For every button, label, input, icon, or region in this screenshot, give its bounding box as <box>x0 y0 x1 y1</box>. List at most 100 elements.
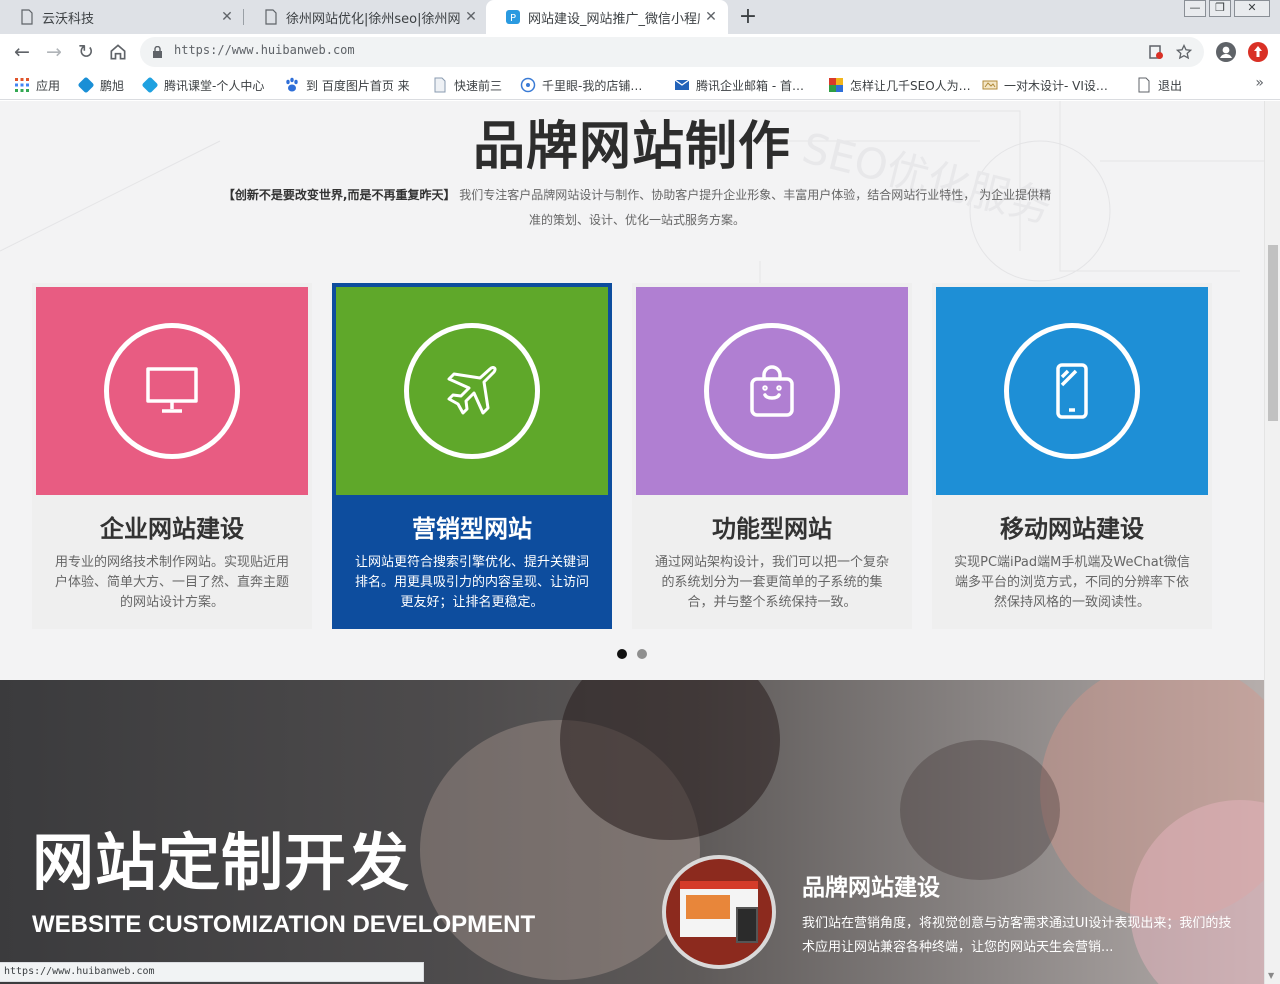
icon-ring <box>1004 323 1140 459</box>
bookmark-tencent-mail[interactable]: 腾讯企业邮箱 - 首… <box>674 75 804 95</box>
card-banner <box>936 287 1208 495</box>
bookmark-label: 退出 <box>1158 78 1183 93</box>
compass-icon <box>520 77 536 93</box>
card-title: 企业网站建设 <box>100 515 244 543</box>
card-text: 用专业的网络技术制作网站。实现贴近用户体验、简单大方、一目了然、直奔主题的网站设… <box>54 555 289 610</box>
banner-title: 网站定制开发 <box>32 826 411 899</box>
bookmark-pengxu[interactable]: 鹏旭 <box>77 75 125 95</box>
airplane-icon <box>447 366 497 415</box>
reload-icon[interactable]: ↻ <box>74 40 98 64</box>
bookmark-label: 鹏旭 <box>100 78 125 93</box>
banner-subtitle: WEBSITE CUSTOMIZATION DEVELOPMENT <box>32 911 536 938</box>
feature-title[interactable]: 品牌网站建设 <box>802 868 940 902</box>
extension-icon[interactable] <box>1248 42 1268 62</box>
svg-text:P: P <box>510 13 516 24</box>
bookmark-kuaisu[interactable]: 快速前三 <box>432 75 502 95</box>
carousel-dot-2[interactable] <box>637 649 647 659</box>
back-icon[interactable]: ← <box>10 40 34 64</box>
site-favicon-icon: P <box>506 10 520 24</box>
mobile-phone-icon <box>1056 363 1088 419</box>
tab-title: 云沃科技 <box>42 11 95 27</box>
bookmark-yiduimu[interactable]: 一对木设计- VI设… <box>982 75 1108 95</box>
tab-huibanweb[interactable]: P 网站建设_网站推广_微信小程序_ ✕ <box>486 0 728 34</box>
monitor-icon <box>146 367 198 413</box>
card-text: 实现PC端iPad端M手机端及WeChat微信端多平台的浏览方式，不同的分辨率下… <box>954 555 1190 610</box>
card-banner <box>336 287 608 495</box>
section-slogan: 【创新不是要改变世界,而是不再重复昨天】 <box>222 188 456 202</box>
profile-icon[interactable] <box>1216 42 1236 62</box>
lock-icon <box>153 46 162 58</box>
feature-text: 我们站在营销角度，将视觉创意与访客需求通过UI设计表现出来；我们的技术应用让网站… <box>802 916 1232 955</box>
design-site-icon <box>982 80 998 90</box>
bookmark-baidu-images[interactable]: 到 百度图片首页 来 <box>284 75 410 95</box>
card-text: 让网站更符合搜索引擎优化、提升关键词排名。用更具吸引力的内容呈现、让访问更友好；… <box>354 555 589 610</box>
bookmark-label: 腾讯企业邮箱 - 首… <box>696 78 804 93</box>
page-viewport: SEO优化服务 品牌网站制作 【创新不是要改变世界,而是不再重复昨天】 我们专注… <box>0 101 1264 984</box>
bookmarks-bar: 应用 鹏旭 腾讯课堂-个人中心 到 百度图片首页 来 快速前三 千里眼-我的店铺… <box>0 70 1280 100</box>
star-icon[interactable] <box>1176 44 1192 60</box>
preview-header <box>680 881 758 889</box>
mail-icon <box>674 79 690 90</box>
close-icon[interactable]: ✕ <box>216 9 238 25</box>
service-card-marketing[interactable]: 营销型网站 让网站更符合搜索引擎优化、提升关键词排名。用更具吸引力的内容呈现、让… <box>332 283 612 629</box>
tab-title: 徐州网站优化|徐州seo|徐州网站 <box>286 11 460 27</box>
service-card-mobile[interactable]: 移动网站建设 实现PC端iPad端M手机端及WeChat微信端多平台的浏览方式，… <box>932 283 1212 629</box>
website-preview-thumbnail[interactable] <box>662 855 776 969</box>
card-title: 功能型网站 <box>712 515 832 543</box>
service-card-enterprise[interactable]: 企业网站建设 用专业的网络技术制作网站。实现贴近用户体验、简单大方、一目了然、直… <box>32 283 312 629</box>
apps-grid-icon <box>15 78 29 92</box>
tab-xuzhou-seo[interactable]: 徐州网站优化|徐州seo|徐州网站 ✕ <box>244 0 488 34</box>
forward-icon[interactable]: → <box>42 40 66 64</box>
icon-ring <box>104 323 240 459</box>
bookmark-label: 快速前三 <box>454 78 503 93</box>
bookmark-label: 到 百度图片首页 来 <box>306 78 410 93</box>
bookmark-tencent-classroom[interactable]: 腾讯课堂-个人中心 <box>141 75 265 95</box>
bookmark-label: 千里眼-我的店铺… <box>542 78 643 93</box>
address-bar[interactable]: https://www.huibanweb.com <box>140 37 1204 67</box>
new-tab-button[interactable]: + <box>736 4 760 30</box>
page-icon <box>1138 77 1150 93</box>
scrollbar-thumb[interactable] <box>1268 245 1278 421</box>
blocked-popup-icon[interactable] <box>1148 44 1164 60</box>
preview-content <box>686 895 730 919</box>
card-banner <box>36 287 308 495</box>
home-icon[interactable] <box>106 40 130 64</box>
bookmark-seo[interactable]: 怎样让几千SEO人为… <box>828 75 971 95</box>
card-banner <box>636 287 908 495</box>
close-window-icon[interactable]: ✕ <box>1234 0 1270 17</box>
bookmark-apps[interactable]: 应用 <box>14 75 60 95</box>
close-icon[interactable]: ✕ <box>700 9 722 25</box>
tab-strip: 云沃科技 ✕ 徐州网站优化|徐州seo|徐州网站 ✕ P 网站建设_网站推广_微… <box>0 0 1280 34</box>
address-url[interactable]: https://www.huibanweb.com <box>174 43 355 57</box>
carousel-dot-1[interactable] <box>617 649 627 659</box>
shopping-bag-icon <box>750 365 794 417</box>
card-title: 营销型网站 <box>412 515 532 543</box>
bookmark-site-icon <box>77 76 95 94</box>
colorful-grid-icon <box>829 78 843 92</box>
card-text: 通过网站架构设计，我们可以把一个复杂的系统划分为一套更简单的子系统的集合，并与整… <box>654 555 889 610</box>
card-title: 移动网站建设 <box>1000 515 1144 543</box>
close-icon[interactable]: ✕ <box>460 9 482 25</box>
bookmark-label: 一对木设计- VI设… <box>1004 78 1108 93</box>
service-card-functional[interactable]: 功能型网站 通过网站架构设计，我们可以把一个复杂的系统划分为一套更简单的子系统的… <box>632 283 912 629</box>
bookmark-label: 腾讯课堂-个人中心 <box>164 78 265 93</box>
restore-icon[interactable]: ❐ <box>1209 0 1231 17</box>
minimize-icon[interactable]: — <box>1184 0 1206 17</box>
section-description-text: 我们专注客户品牌网站设计与制作、协助客户提升企业形象、丰富用户体验，结合网站行业… <box>459 188 1052 227</box>
bookmarks-overflow-button[interactable]: » <box>1255 75 1264 91</box>
status-bar-url: https://www.huibanweb.com <box>0 962 424 982</box>
background-photo-detail <box>900 740 1060 880</box>
tab-yunwo[interactable]: 云沃科技 ✕ <box>0 0 244 34</box>
section-description: 【创新不是要改变世界,而是不再重复昨天】 我们专注客户品牌网站设计与制作、协助客… <box>222 183 1052 233</box>
bookmark-label: 怎样让几千SEO人为… <box>850 78 971 93</box>
icon-ring <box>704 323 840 459</box>
bookmark-label: 应用 <box>36 78 61 93</box>
baidu-paw-icon <box>286 77 298 92</box>
tab-title: 网站建设_网站推广_微信小程序_ <box>528 11 700 27</box>
scroll-down-arrow-icon[interactable]: ▼ <box>1268 971 1274 980</box>
vertical-scrollbar[interactable]: ▼ <box>1264 101 1280 984</box>
browser-toolbar: ← → ↻ https://www.huibanweb.com <box>0 34 1280 70</box>
bookmark-logout[interactable]: 退出 <box>1136 75 1182 95</box>
bookmark-qianliyan[interactable]: 千里眼-我的店铺… <box>520 75 642 95</box>
page-icon <box>265 9 277 25</box>
